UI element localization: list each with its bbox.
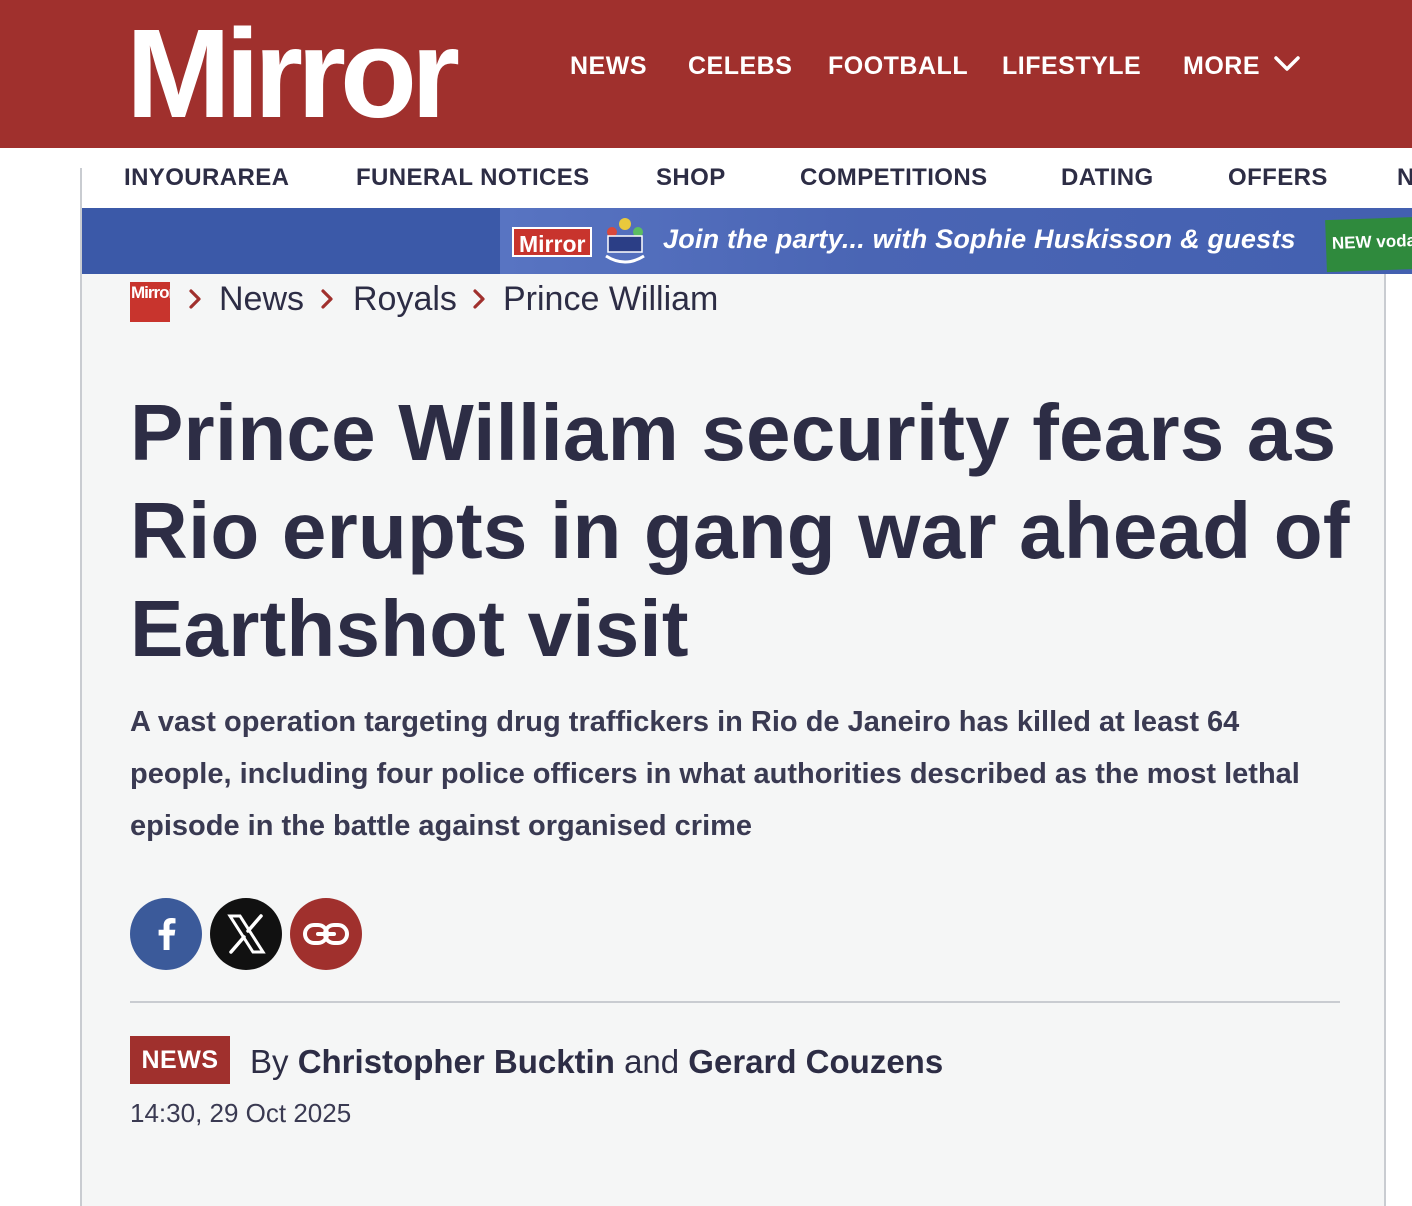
promo-banner[interactable]: Mirror Join the party... with Sophie Hus… — [82, 208, 1412, 274]
nav-football[interactable]: FOOTBALL — [828, 48, 968, 84]
subnav-dating[interactable]: DATING — [1061, 164, 1154, 192]
section-badge[interactable]: NEWS — [130, 1036, 230, 1084]
x-icon — [227, 914, 266, 954]
party-games-logo — [605, 218, 645, 264]
secondary-nav: INYOURAREA FUNERAL NOTICES SHOP COMPETIT… — [0, 148, 1412, 208]
link-icon — [303, 923, 349, 945]
promo-headline: Join the party... with Sophie Huskisson … — [663, 224, 1296, 254]
promo-creative: Mirror Join the party... with Sophie Hus… — [500, 208, 1412, 274]
breadcrumb-mirror-logo[interactable]: Mirror — [130, 282, 170, 322]
share-x-button[interactable] — [210, 898, 282, 970]
author-christopher-bucktin[interactable]: Christopher Bucktin — [298, 1043, 615, 1080]
share-facebook-button[interactable] — [130, 898, 202, 970]
breadcrumb-royals[interactable]: Royals — [353, 278, 457, 320]
byline-by: By — [250, 1043, 289, 1080]
site-header: Mirror NEWS CELEBS FOOTBALL LIFESTYLE MO… — [0, 0, 1412, 148]
breadcrumb-prince-william[interactable]: Prince William — [503, 278, 718, 320]
breadcrumb-news[interactable]: News — [219, 278, 304, 320]
article-standfirst: A vast operation targeting drug traffick… — [130, 706, 1300, 842]
nav-news[interactable]: NEWS — [570, 48, 647, 84]
chevron-right-icon — [189, 289, 201, 309]
right-divider — [1384, 274, 1386, 1206]
chevron-right-icon — [473, 289, 485, 309]
byline-and: and — [624, 1043, 680, 1080]
subnav-inyourarea[interactable]: INYOURAREA — [124, 164, 289, 192]
subnav-offers[interactable]: OFFERS — [1228, 164, 1328, 192]
author-gerard-couzens[interactable]: Gerard Couzens — [688, 1043, 943, 1080]
chevron-right-icon — [321, 289, 333, 309]
subnav-funeral-notices[interactable]: FUNERAL NOTICES — [356, 164, 590, 192]
nav-celebs[interactable]: CELEBS — [688, 48, 792, 84]
nav-more[interactable]: MORE — [1183, 48, 1260, 84]
mirror-logo[interactable]: Mirror — [126, 4, 460, 144]
promo-mirror-logo: Mirror — [512, 227, 593, 257]
promo-new-badge: NEW voda — [1325, 215, 1412, 273]
subnav-competitions[interactable]: COMPETITIONS — [800, 164, 987, 192]
facebook-icon — [158, 918, 176, 950]
subnav-next[interactable]: N — [1397, 164, 1412, 192]
byline-divider — [130, 1001, 1340, 1003]
chevron-down-icon[interactable] — [1272, 54, 1302, 74]
promo-new-label: NEW voda — [1331, 230, 1412, 253]
byline: By Christopher Bucktin and Gerard Couzen… — [250, 1040, 943, 1084]
nav-lifestyle[interactable]: LIFESTYLE — [1002, 48, 1141, 84]
publish-timestamp: 14:30, 29 Oct 2025 — [130, 1098, 352, 1128]
article-headline: Prince William security fears as Rio eru… — [130, 388, 1350, 673]
subnav-shop[interactable]: SHOP — [656, 164, 726, 192]
share-link-button[interactable] — [290, 898, 362, 970]
